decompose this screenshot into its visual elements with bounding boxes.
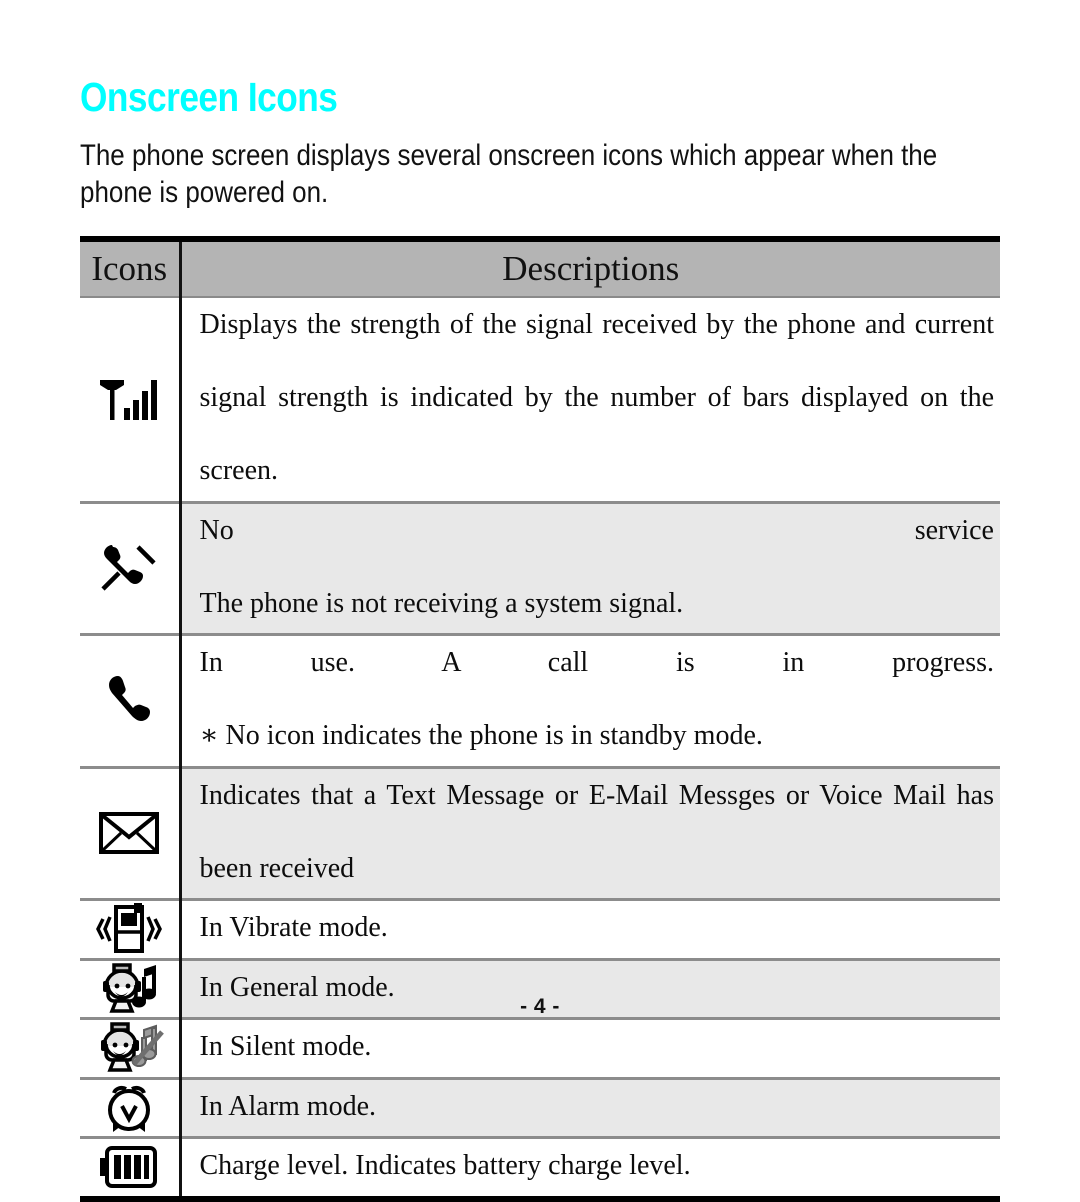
description-line: No service bbox=[199, 514, 995, 546]
manual-page: Onscreen Icons The phone screen displays… bbox=[0, 0, 1080, 1202]
description-cell: No service The phone is not receiving a s… bbox=[180, 500, 1000, 635]
description-line: Displays the strength of the signal rece… bbox=[199, 309, 995, 340]
table-row: Displays the strength of the signal rece… bbox=[80, 297, 1000, 502]
onscreen-icons-table: Icons Descriptions Displays the strength… bbox=[80, 236, 1000, 1202]
silent-mode-icon bbox=[101, 1022, 165, 1072]
description-cell: In Vibrate mode. bbox=[180, 898, 1000, 959]
description-line: ∗ No icon indicates the phone is in stan… bbox=[199, 720, 763, 751]
description-line: screen. bbox=[199, 455, 279, 486]
description-line: The phone is not receiving a system sign… bbox=[199, 587, 684, 619]
description-line: In Vibrate mode. bbox=[199, 912, 388, 943]
page-number: - 4 - bbox=[520, 995, 560, 1018]
description-cell: In use. A call is in progress. ∗ No icon … bbox=[180, 633, 1000, 767]
description-cell: In Alarm mode. bbox=[180, 1076, 1000, 1138]
description-cell: Charge level. Indicates battery charge l… bbox=[180, 1136, 1000, 1199]
table-row: In use. A call is in progress. ∗ No icon … bbox=[80, 633, 1000, 767]
description-line: In use. A call is in progress. bbox=[199, 647, 995, 678]
envelope-message-icon bbox=[99, 812, 160, 855]
table-row: Indicates that a Text Message or E-Mail … bbox=[80, 765, 1000, 900]
signal-strength-icon bbox=[100, 380, 158, 421]
table-row: In Vibrate mode. bbox=[80, 898, 1000, 959]
in-use-phone-icon bbox=[109, 675, 151, 721]
battery-charge-icon bbox=[100, 1146, 158, 1189]
vibrate-mode-icon bbox=[96, 903, 163, 954]
table-body: Displays the strength of the signal rece… bbox=[80, 297, 1000, 1199]
page-title: Onscreen Icons bbox=[80, 74, 338, 120]
icon-cell bbox=[80, 1136, 182, 1199]
icon-cell bbox=[80, 765, 182, 900]
no-service-phone-icon bbox=[101, 545, 156, 591]
description-line: Charge level. Indicates battery charge l… bbox=[199, 1150, 691, 1181]
description-cell: In Silent mode. bbox=[180, 1017, 1000, 1078]
table-row: No service The phone is not receiving a s… bbox=[80, 500, 1000, 635]
icon-cell bbox=[80, 898, 182, 959]
icon-cell bbox=[80, 633, 182, 767]
icon-cell bbox=[80, 500, 182, 635]
intro-paragraph: The phone screen displays several onscre… bbox=[80, 139, 938, 209]
column-header-icons: Icons bbox=[80, 239, 182, 298]
icon-cell bbox=[80, 1076, 182, 1138]
table-header-row: Icons Descriptions bbox=[80, 239, 1000, 298]
column-header-descriptions: Descriptions bbox=[180, 239, 1000, 298]
description-line: Indicates that a Text Message or E-Mail … bbox=[199, 779, 995, 811]
description-cell: Displays the strength of the signal rece… bbox=[180, 297, 1000, 502]
icon-cell bbox=[80, 297, 182, 502]
description-line: In Silent mode. bbox=[199, 1031, 372, 1062]
table-row: In Alarm mode. bbox=[80, 1076, 1000, 1138]
description-line: been received bbox=[199, 852, 355, 884]
description-line: signal strength is indicated by the numb… bbox=[199, 382, 995, 413]
description-line: In Alarm mode. bbox=[199, 1090, 377, 1122]
alarm-mode-icon bbox=[108, 1085, 151, 1132]
description-cell: Indicates that a Text Message or E-Mail … bbox=[180, 765, 1000, 900]
icon-cell bbox=[80, 1017, 182, 1078]
table-row: In Silent mode. bbox=[80, 1017, 1000, 1078]
table-row: Charge level. Indicates battery charge l… bbox=[80, 1136, 1000, 1199]
